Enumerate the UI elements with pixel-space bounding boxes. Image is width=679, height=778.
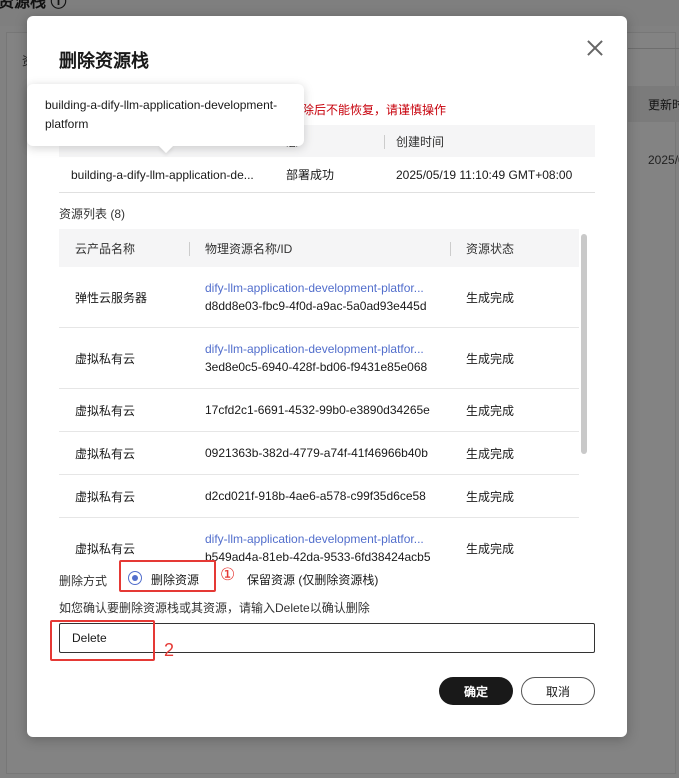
resource-id: d2cd021f-918b-4ae6-a578-c99f35d6ce58	[205, 489, 426, 503]
option-keep-resources-label[interactable]: 保留资源 (仅删除资源栈)	[247, 571, 378, 588]
table-row: 弹性云服务器 dify-llm-application-development-…	[59, 267, 579, 328]
warning-text: 除后不能恢复，请谨慎操作	[302, 103, 447, 117]
table-row: 虚拟私有云 17cfd2c1-6691-4532-99b0-e3890d3426…	[59, 389, 579, 432]
delete-stack-dialog: 删除资源栈 除后不能恢复，请谨慎操作 态 创建时间 building-a-dif…	[27, 16, 627, 737]
resource-id: d8dd8e03-fbc9-4f0d-a9ac-5a0ad93e445d	[205, 299, 427, 313]
stack-name-tooltip: building-a-dify-llm-application-developm…	[27, 84, 304, 154]
product-name: 虚拟私有云	[75, 403, 136, 418]
product-name: 虚拟私有云	[75, 446, 136, 461]
dialog-title: 删除资源栈	[59, 51, 149, 71]
stack-table-row: building-a-dify-llm-application-de... 部署…	[59, 157, 595, 193]
resource-cell: dify-llm-application-development-platfor…	[189, 340, 450, 376]
resource-link[interactable]: dify-llm-application-development-platfor…	[205, 279, 435, 297]
resource-status: 生成完成	[466, 290, 515, 305]
tooltip-text: building-a-dify-llm-application-developm…	[45, 98, 278, 131]
resource-cell: dify-llm-application-development-platfor…	[189, 530, 450, 566]
resource-status: 生成完成	[466, 351, 515, 366]
background-divider	[628, 48, 679, 49]
confirm-hint: 如您确认要删除资源栈或其资源，请输入Delete以确认删除	[59, 601, 370, 615]
resource-status: 生成完成	[466, 541, 515, 556]
stack-header-created: 创建时间	[384, 133, 595, 150]
resource-table-header: 云产品名称 物理资源名称/ID 资源状态	[59, 229, 579, 267]
resource-id: 17cfd2c1-6691-4532-99b0-e3890d34265e	[205, 403, 430, 417]
resource-cell: 0921363b-382d-4779-a74f-41f46966b40b	[189, 444, 450, 462]
resource-id: b549ad4a-81eb-42da-9533-6fd38424acb5	[205, 550, 431, 564]
resource-cell: 17cfd2c1-6691-4532-99b0-e3890d34265e	[189, 401, 450, 419]
product-name: 虚拟私有云	[75, 489, 136, 504]
background-title: 资源栈 ⓘ	[0, 0, 67, 11]
background-column-cell: 2025/0	[648, 153, 679, 167]
product-name: 虚拟私有云	[75, 351, 136, 366]
resource-list-label: 资源列表 (8)	[59, 207, 126, 221]
resource-table: 云产品名称 物理资源名称/ID 资源状态 弹性云服务器 dify-llm-app…	[59, 229, 595, 569]
confirm-button[interactable]: 确定	[439, 677, 513, 705]
resource-link[interactable]: dify-llm-application-development-platfor…	[205, 530, 435, 548]
stack-name[interactable]: building-a-dify-llm-application-de...	[59, 168, 274, 182]
cancel-button[interactable]: 取消	[521, 677, 595, 705]
annotation-number-2: 2	[164, 640, 175, 660]
table-row: 虚拟私有云 0921363b-382d-4779-a74f-41f46966b4…	[59, 432, 579, 475]
annotation-number-1: ①	[220, 565, 236, 584]
header-status: 资源状态	[450, 240, 579, 257]
product-name: 弹性云服务器	[75, 290, 148, 305]
header-resource-id: 物理资源名称/ID	[189, 240, 450, 257]
resource-status: 生成完成	[466, 489, 515, 504]
resource-id: 0921363b-382d-4779-a74f-41f46966b40b	[205, 446, 428, 460]
resource-cell: d2cd021f-918b-4ae6-a578-c99f35d6ce58	[189, 487, 450, 505]
stack-created-time: 2025/05/19 11:10:49 GMT+08:00	[396, 167, 573, 182]
table-row: 虚拟私有云 dify-llm-application-development-p…	[59, 328, 579, 389]
background-column-header: 更新时	[628, 86, 679, 122]
product-name: 虚拟私有云	[75, 541, 136, 556]
resource-status: 生成完成	[466, 403, 515, 418]
resource-status: 生成完成	[466, 446, 515, 461]
resource-link[interactable]: dify-llm-application-development-platfor…	[205, 340, 435, 358]
header-product: 云产品名称	[75, 241, 136, 256]
resource-table-scrollbar[interactable]	[581, 234, 587, 454]
annotation-box-1	[119, 560, 216, 592]
stack-status: 部署成功	[286, 168, 335, 182]
confirm-delete-input[interactable]	[59, 623, 595, 653]
resource-id: 3ed8e0c5-6940-428f-bd06-f9431e85e068	[205, 360, 428, 374]
resource-cell: dify-llm-application-development-platfor…	[189, 279, 450, 315]
table-row: 虚拟私有云 d2cd021f-918b-4ae6-a578-c99f35d6ce…	[59, 475, 579, 518]
delete-mode-label: 删除方式	[59, 574, 108, 588]
close-icon[interactable]	[583, 36, 607, 60]
